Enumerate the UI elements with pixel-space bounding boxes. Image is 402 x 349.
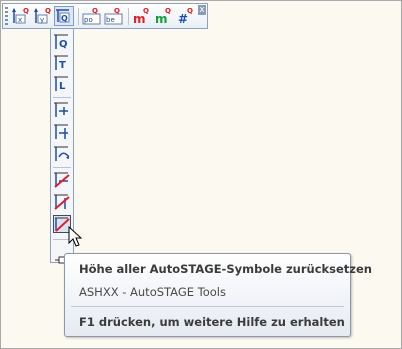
svg-text:Q: Q xyxy=(143,7,149,15)
m-symbol-red-button[interactable]: m Q xyxy=(132,6,152,26)
svg-text:Q: Q xyxy=(61,14,68,23)
height-q-icon: Q xyxy=(54,34,68,50)
hash-symbol-icon: # Q xyxy=(178,7,193,26)
close-icon: x xyxy=(199,5,205,15)
toolbar-separator xyxy=(128,8,129,25)
pos-symbol-icon: po Q xyxy=(82,7,101,25)
tooltip-divider xyxy=(71,306,344,307)
height-node-icon xyxy=(54,124,68,139)
toolbar-grip[interactable] xyxy=(5,7,8,25)
toolbar-separator xyxy=(78,8,79,25)
x-height-button[interactable]: x Q xyxy=(10,6,30,26)
svg-text:Q: Q xyxy=(45,7,51,15)
m-symbol-green-icon: m Q xyxy=(155,7,171,26)
svg-text:y: y xyxy=(40,16,44,24)
bez-symbol-icon: be Q xyxy=(104,7,123,25)
height-arrow-icon xyxy=(54,102,68,117)
height-rotate-button[interactable] xyxy=(53,145,71,163)
height-rotate-icon xyxy=(54,146,69,161)
menu-separator xyxy=(53,167,71,168)
tooltip-source: ASHXX - AutoSTAGE Tools xyxy=(79,285,226,299)
height-t-button[interactable]: T xyxy=(53,54,71,72)
bez-symbol-button[interactable]: be Q xyxy=(104,6,124,26)
reset-height-a-button[interactable] xyxy=(53,171,71,189)
autostage-toolbar: x Q y Q Q po Q be Q m Q m Q # Q x xyxy=(2,3,208,29)
flyout-height-icon: Q xyxy=(56,9,70,23)
x-height-icon: x Q xyxy=(12,7,29,24)
height-flyout-button[interactable]: Q xyxy=(54,6,74,26)
hash-symbol-button[interactable]: # Q xyxy=(176,6,196,26)
svg-text:po: po xyxy=(84,16,93,24)
tooltip-title: Höhe aller AutoSTAGE-Symbole zurücksetze… xyxy=(79,262,372,276)
mouse-cursor-icon xyxy=(68,226,82,247)
svg-text:Q: Q xyxy=(23,7,29,15)
svg-text:Q: Q xyxy=(59,39,68,50)
svg-text:Q: Q xyxy=(114,7,120,15)
height-t-icon: T xyxy=(54,55,68,71)
height-node-button[interactable] xyxy=(53,123,71,141)
height-l-button[interactable]: L xyxy=(53,75,71,93)
y-height-icon: y Q xyxy=(34,7,51,24)
svg-text:Q: Q xyxy=(187,7,193,15)
tooltip-help: F1 drücken, um weitere Hilfe zu erhalten xyxy=(79,315,345,329)
height-q-button[interactable]: Q xyxy=(53,33,71,51)
svg-text:L: L xyxy=(59,81,66,92)
m-symbol-green-button[interactable]: m Q xyxy=(154,6,174,26)
height-arrow-button[interactable] xyxy=(53,101,71,119)
toolbar-close-button[interactable]: x xyxy=(198,5,206,15)
reset-height-b-button[interactable] xyxy=(53,193,71,211)
m-symbol-red-icon: m Q xyxy=(133,7,149,26)
svg-text:be: be xyxy=(106,16,115,24)
reset-height-a-icon xyxy=(54,172,70,188)
tooltip: Höhe aller AutoSTAGE-Symbole zurücksetze… xyxy=(64,253,372,337)
svg-text:Q: Q xyxy=(92,7,98,15)
svg-text:T: T xyxy=(59,60,66,71)
menu-separator xyxy=(53,97,71,98)
y-height-button[interactable]: y Q xyxy=(32,6,52,26)
svg-text:x: x xyxy=(18,16,22,24)
svg-text:Q: Q xyxy=(165,7,171,15)
pos-symbol-button[interactable]: po Q xyxy=(82,6,102,26)
reset-height-b-icon xyxy=(54,194,70,210)
height-l-icon: L xyxy=(54,76,68,92)
